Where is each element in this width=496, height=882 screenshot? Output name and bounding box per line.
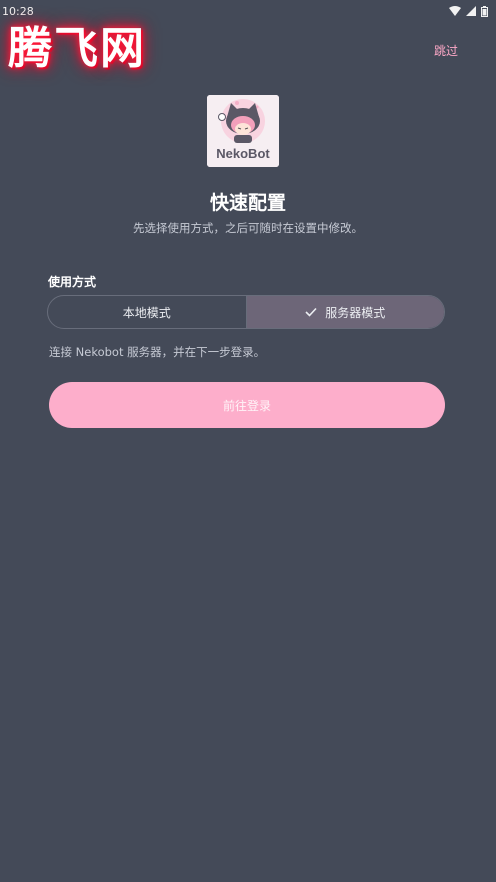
- check-icon: [305, 307, 317, 317]
- server-mode-option[interactable]: 服务器模式: [246, 296, 444, 328]
- local-mode-option[interactable]: 本地模式: [48, 296, 247, 328]
- page-title: 快速配置: [209, 192, 286, 214]
- mode-description: 连接 Nekobot 服务器，并在下一步登录。: [49, 345, 266, 359]
- nekobot-logo-illustration: NekoBot: [207, 95, 279, 167]
- logo-text: NekoBot: [216, 146, 270, 161]
- status-icons: [449, 5, 488, 17]
- local-mode-label: 本地模式: [122, 305, 171, 320]
- signal-icon: [466, 6, 476, 16]
- battery-icon: [481, 5, 488, 17]
- app-logo: NekoBot: [207, 95, 279, 167]
- watermark: 腾飞网: [8, 23, 146, 74]
- server-mode-label: 服务器模式: [325, 305, 386, 320]
- usage-section-label: 使用方式: [48, 275, 97, 289]
- go-to-login-button[interactable]: 前往登录: [49, 382, 445, 428]
- wifi-icon: [449, 6, 461, 16]
- page-subtitle: 先选择使用方式，之后可随时在设置中修改。: [133, 221, 363, 235]
- usage-mode-selector: 本地模式 服务器模式: [47, 295, 445, 329]
- skip-button[interactable]: 跳过: [434, 42, 458, 59]
